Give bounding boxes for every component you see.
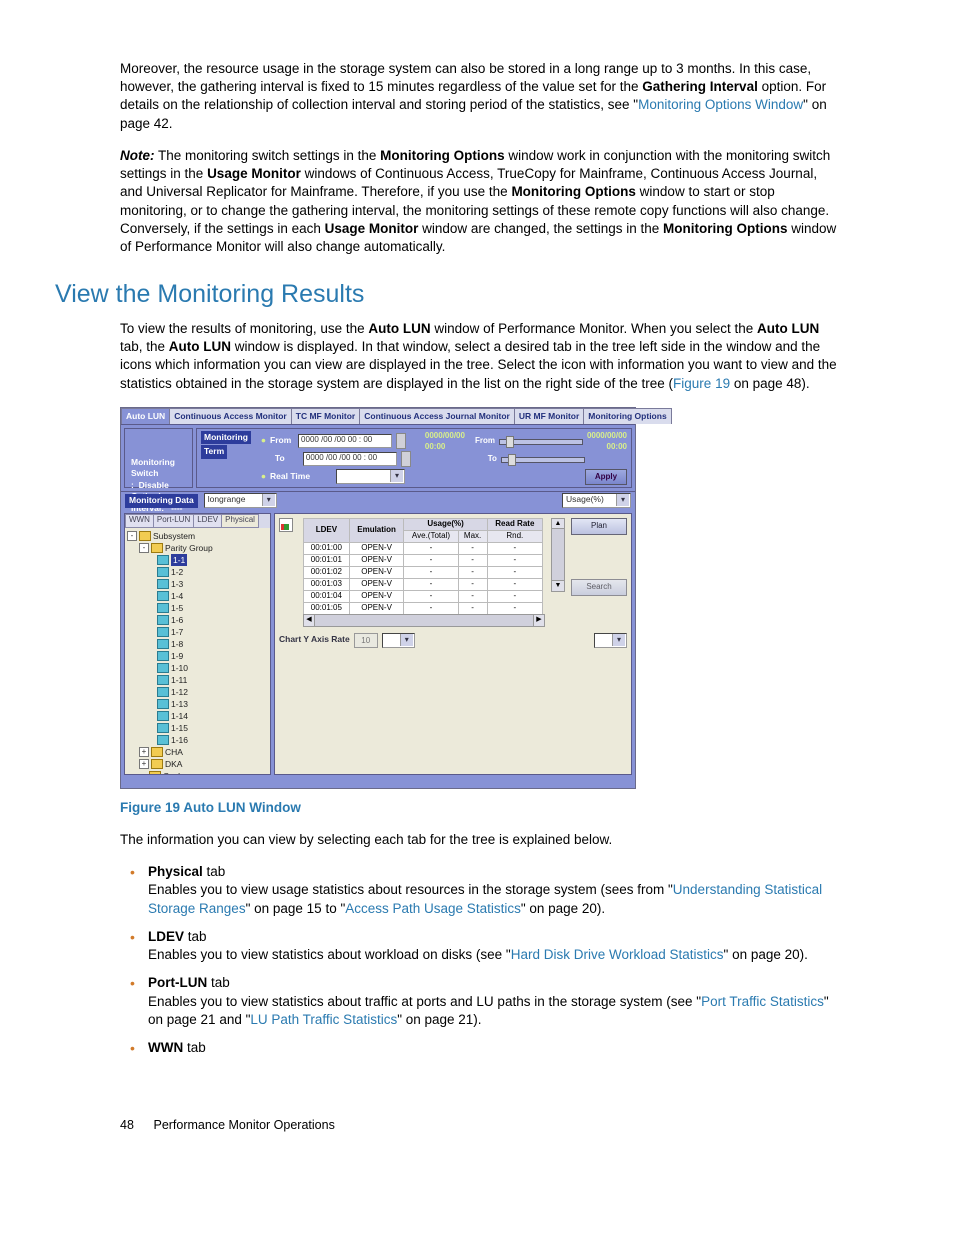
top-tab-bar: Auto LUN Continuous Access Monitor TC MF… [121, 408, 635, 424]
from-spin[interactable] [396, 433, 406, 449]
horizontal-scrollbar[interactable] [303, 614, 545, 627]
page-footer: 48 Performance Monitor Operations [120, 1117, 839, 1134]
tree-tab-port-lun[interactable]: Port-LUN [153, 514, 194, 528]
page-number: 48 [120, 1117, 150, 1134]
tab-ur-mf-monitor[interactable]: UR MF Monitor [514, 408, 584, 424]
search-button[interactable]: Search [571, 579, 627, 596]
tab-continuous-access-monitor[interactable]: Continuous Access Monitor [169, 408, 292, 424]
usage-select[interactable]: Usage(%) [562, 493, 631, 508]
to-slider[interactable] [501, 457, 585, 463]
bullet-port-lun: Port-LUN tab Enables you to view statist… [120, 974, 839, 1029]
bullet-physical: Physical tab Enables you to view usage s… [120, 863, 839, 918]
chart-y-axis-label: Chart Y Axis Rate [279, 634, 350, 645]
figure-caption: Figure 19 Auto LUN Window [120, 799, 839, 817]
tab-monitoring-options[interactable]: Monitoring Options [583, 408, 671, 424]
tab-tc-mf-monitor[interactable]: TC MF Monitor [291, 408, 360, 424]
detail-panel: LDEV Emulation Usage(%) Read Rate Ave.(T… [274, 513, 632, 775]
link-access-path-usage-statistics[interactable]: Access Path Usage Statistics [345, 901, 521, 916]
tree-tab-physical[interactable]: Physical [221, 514, 259, 528]
paragraph-storage-range: Moreover, the resource usage in the stor… [120, 60, 839, 133]
chart-right-dropdown[interactable] [594, 633, 627, 648]
plan-button[interactable]: Plan [571, 518, 627, 535]
heading-view-monitoring-results: View the Monitoring Results [55, 278, 839, 312]
monitoring-data-bar: Monitoring Data longrange Usage(%) [121, 491, 635, 510]
from-slider[interactable] [499, 439, 583, 445]
link-hard-disk-drive-workload-statistics[interactable]: Hard Disk Drive Workload Statistics [511, 947, 724, 962]
tree-tab-wwn[interactable]: WWN [125, 514, 154, 528]
bullet-wwn: WWN tab [120, 1039, 839, 1057]
chart-area [279, 652, 627, 770]
paragraph-view-results: To view the results of monitoring, use t… [120, 320, 839, 393]
auto-lun-window-screenshot: Auto LUN Continuous Access Monitor TC MF… [120, 407, 636, 789]
paragraph-tabs-intro: The information you can view by selectin… [120, 831, 839, 849]
link-figure-19[interactable]: Figure 19 [673, 376, 730, 391]
to-spin[interactable] [401, 451, 411, 467]
chart-icon[interactable] [279, 518, 293, 532]
tab-auto-lun[interactable]: Auto LUN [121, 408, 170, 424]
link-lu-path-traffic-statistics[interactable]: LU Path Traffic Statistics [250, 1012, 397, 1027]
monitoring-status-panel: Monitoring Switch : Disable Gathering In… [124, 428, 193, 488]
chart-rate-dropdown[interactable] [382, 633, 415, 648]
note-paragraph: Note: The monitoring switch settings in … [120, 147, 839, 256]
realtime-select[interactable] [336, 469, 405, 484]
folder-icon [139, 531, 151, 541]
tree-panel: WWN Port-LUN LDEV Physical -Subsystem -P… [124, 513, 271, 775]
tab-description-list: Physical tab Enables you to view usage s… [120, 863, 839, 1057]
monitoring-term-panel: Monitoring Term ● From 0000 /00 /00 00 :… [196, 428, 632, 488]
tree-body[interactable]: -Subsystem -Parity Group 1-1 1-2 1-3 1-4… [125, 528, 270, 774]
tab-continuous-access-journal-monitor[interactable]: Continuous Access Journal Monitor [359, 408, 515, 424]
link-port-traffic-statistics[interactable]: Port Traffic Statistics [701, 994, 824, 1009]
vertical-scrollbar[interactable] [551, 518, 565, 592]
ldev-table: LDEV Emulation Usage(%) Read Rate Ave.(T… [303, 518, 543, 615]
apply-button[interactable]: Apply [585, 469, 627, 485]
folder-icon [151, 543, 163, 553]
bullet-ldev: LDEV tab Enables you to view statistics … [120, 928, 839, 964]
footer-title: Performance Monitor Operations [153, 1118, 334, 1132]
link-monitoring-options-window[interactable]: Monitoring Options Window [638, 97, 803, 112]
to-date-input[interactable]: 0000 /00 /00 00 : 00 [303, 452, 397, 466]
from-date-input[interactable]: 0000 /00 /00 00 : 00 [298, 434, 392, 448]
monitoring-data-select[interactable]: longrange [204, 493, 277, 508]
tree-tab-ldev[interactable]: LDEV [193, 514, 222, 528]
chart-y-axis-value[interactable]: 10 [354, 633, 378, 648]
disk-icon [157, 555, 169, 565]
